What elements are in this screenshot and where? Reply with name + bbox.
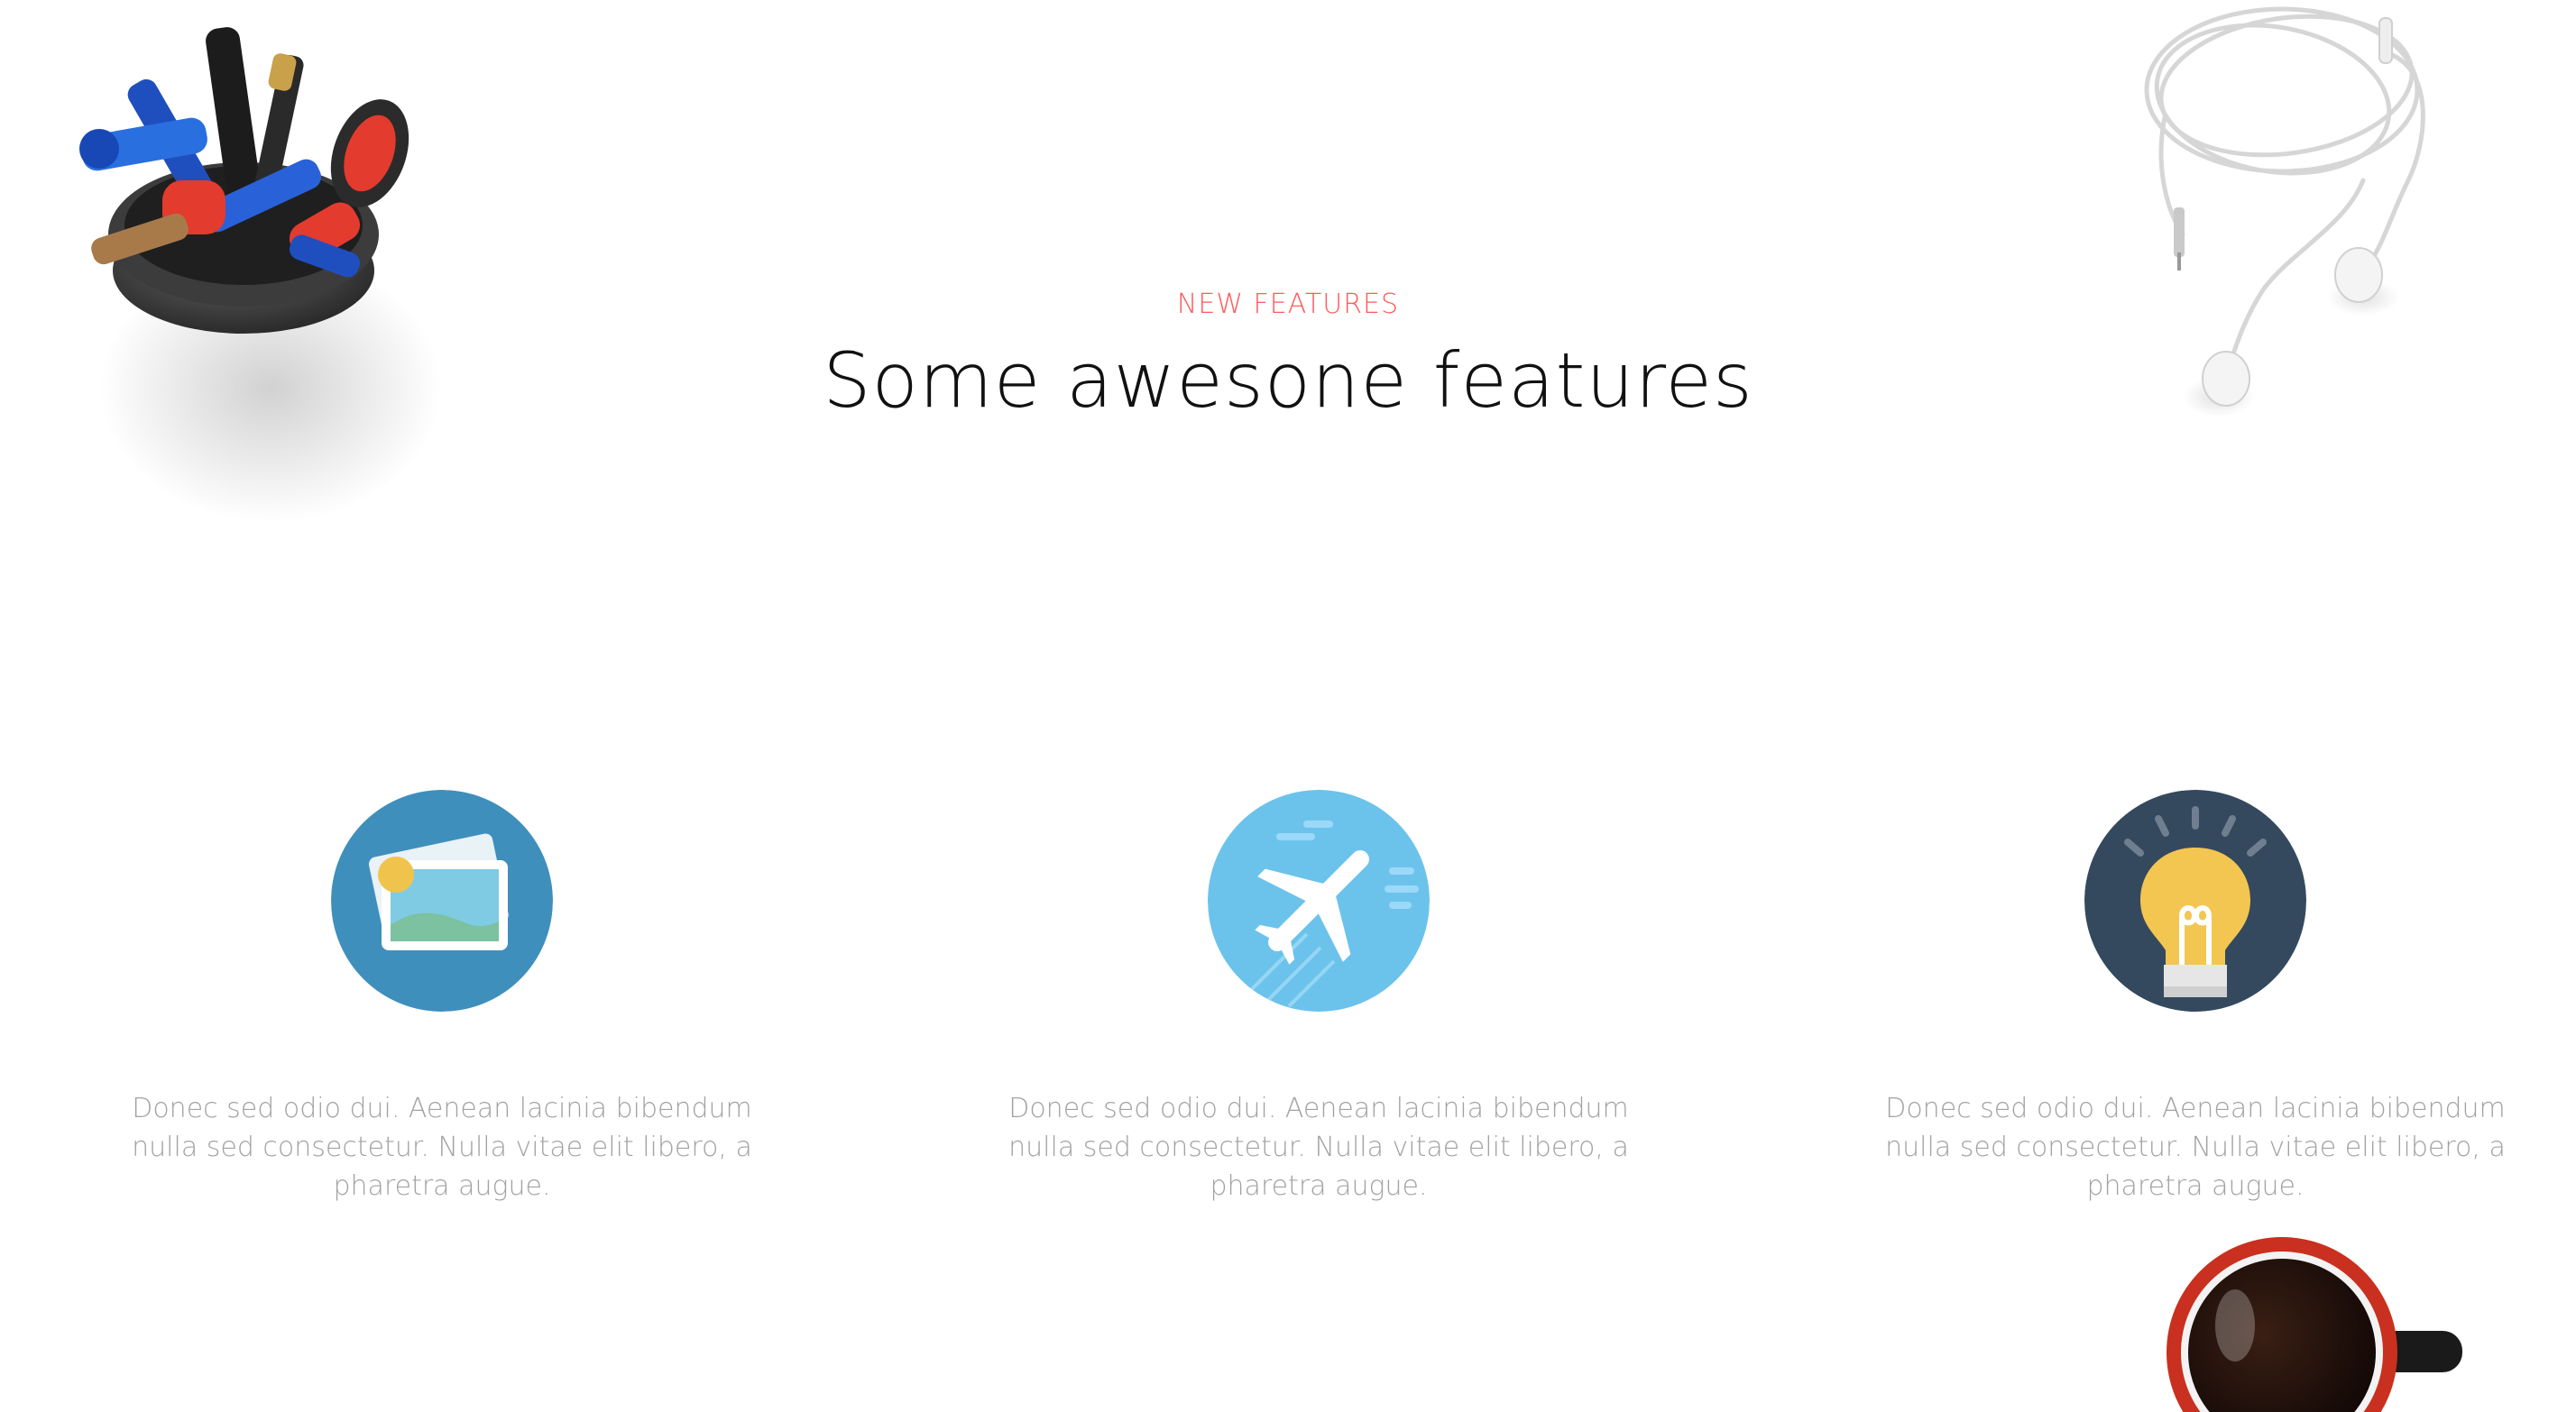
photo-gallery-icon: [331, 790, 553, 1012]
feature-card: Donec sed odio dui. Aenean lacinia biben…: [994, 790, 1643, 1206]
pen-holder-photo: [63, 0, 442, 541]
feature-card: Donec sed odio dui. Aenean lacinia biben…: [1871, 790, 2520, 1206]
section-header: NEW FEATURES Some awesone features: [0, 287, 2576, 426]
section-title: Some awesone features: [823, 336, 1753, 425]
feature-description: Donec sed odio dui. Aenean lacinia biben…: [1008, 1093, 1629, 1202]
lightbulb-icon: [2084, 790, 2306, 1012]
coffee-cup-photo: [2156, 1226, 2489, 1412]
airplane-icon: [1208, 790, 1430, 1012]
feature-description: Donec sed odio dui. Aenean lacinia biben…: [132, 1093, 752, 1202]
section-eyebrow: NEW FEATURES: [1176, 289, 1400, 320]
feature-card: Donec sed odio dui. Aenean lacinia biben…: [117, 790, 767, 1206]
feature-description: Donec sed odio dui. Aenean lacinia biben…: [1885, 1093, 2506, 1202]
features-row: Donec sed odio dui. Aenean lacinia biben…: [0, 790, 2576, 1205]
